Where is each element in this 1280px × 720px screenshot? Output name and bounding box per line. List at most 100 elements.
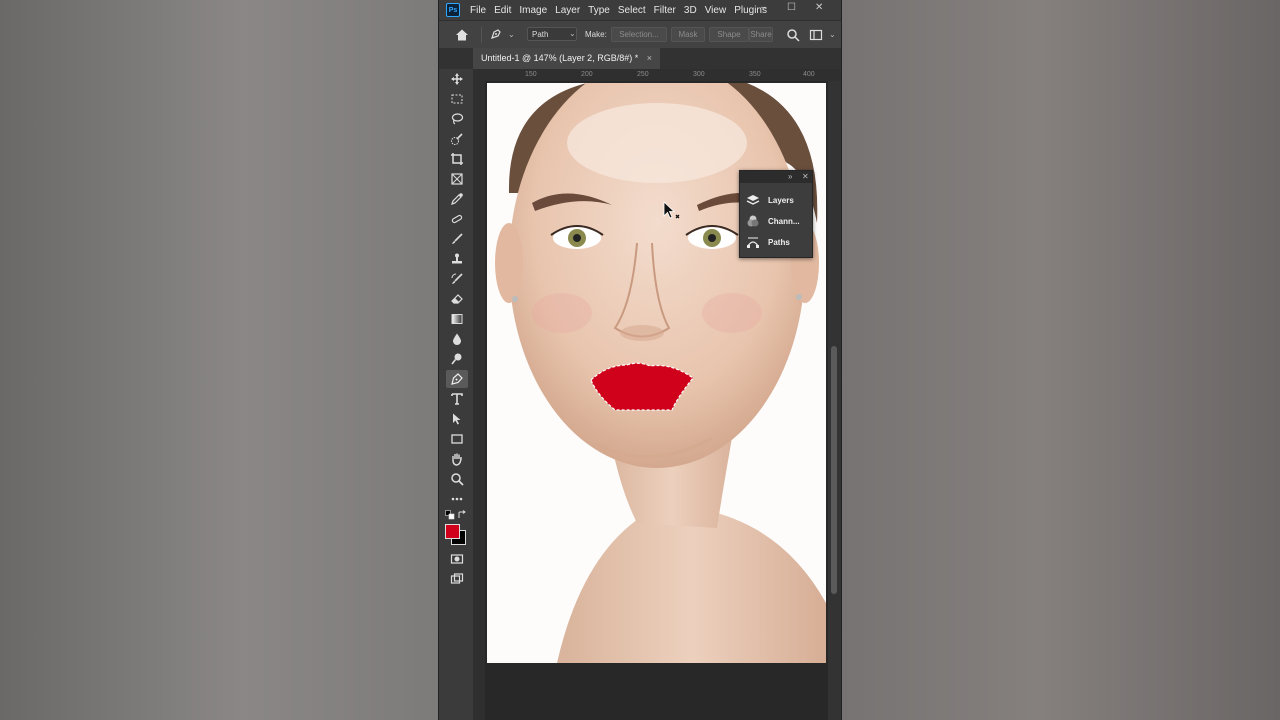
- stamp-icon: [452, 253, 462, 264]
- options-bar: ⌄ Path ⌄ Make: Selection... Mask Shape S…: [439, 20, 841, 50]
- rectangle-tool[interactable]: [446, 430, 468, 448]
- lasso-tool[interactable]: [446, 110, 468, 128]
- layers-panel-group: » ✕ Layers Chann... Paths: [739, 170, 813, 258]
- quick-mask-button[interactable]: [446, 550, 468, 568]
- ruler-tick: 350: [749, 71, 761, 78]
- hand-tool[interactable]: [446, 450, 468, 468]
- type-tool[interactable]: [446, 390, 468, 408]
- eraser-tool[interactable]: [446, 290, 468, 308]
- menu-type[interactable]: Type: [588, 5, 610, 16]
- menu-filter[interactable]: Filter: [654, 5, 676, 16]
- path-selection-tool[interactable]: [446, 410, 468, 428]
- brush-tool[interactable]: [446, 230, 468, 248]
- crop-icon: [451, 153, 463, 165]
- blur-tool[interactable]: [446, 330, 468, 348]
- minimize-icon[interactable]: –: [761, 2, 767, 13]
- blurred-background-right: [840, 0, 1280, 720]
- layers-label: Layers: [768, 195, 794, 205]
- clone-stamp-tool[interactable]: [446, 250, 468, 268]
- eyedropper-icon: [451, 193, 463, 205]
- ruler-tick: 150: [525, 71, 537, 78]
- tools-panel: »: [439, 48, 474, 720]
- layers-icon: [746, 195, 760, 205]
- channels-tab[interactable]: Chann...: [746, 212, 800, 230]
- dodge-icon: [451, 353, 462, 365]
- default-colors-icon[interactable]: [445, 510, 455, 520]
- search-icon[interactable]: [786, 28, 800, 42]
- ruler-tick: 200: [581, 71, 593, 78]
- gradient-icon: [451, 314, 463, 324]
- hand-icon: [452, 453, 462, 466]
- scrollbar-thumb[interactable]: [831, 346, 837, 594]
- menu-view[interactable]: View: [705, 5, 727, 16]
- channels-icon: [747, 215, 759, 227]
- zoom-tool[interactable]: [446, 470, 468, 488]
- pen-tool-preset-icon[interactable]: [489, 27, 503, 41]
- menu-3d[interactable]: 3D: [684, 5, 697, 16]
- chevron-down-icon[interactable]: ⌄: [829, 30, 836, 39]
- quick-selection-tool[interactable]: [446, 130, 468, 148]
- drop-icon: [453, 333, 461, 345]
- paths-tab[interactable]: Paths: [746, 233, 790, 251]
- lasso-icon: [451, 113, 464, 125]
- menu-file[interactable]: File: [470, 5, 486, 16]
- marquee-tool[interactable]: [446, 90, 468, 108]
- gradient-tool[interactable]: [446, 310, 468, 328]
- ruler-tick: 250: [637, 71, 649, 78]
- eyedropper-tool[interactable]: [446, 190, 468, 208]
- history-brush-tool[interactable]: [446, 270, 468, 288]
- channels-label: Chann...: [768, 216, 800, 226]
- healing-brush-tool[interactable]: [446, 210, 468, 228]
- screen-mode-button[interactable]: [446, 570, 468, 588]
- frame-tool[interactable]: [446, 170, 468, 188]
- crop-tool[interactable]: [446, 150, 468, 168]
- zoom-icon: [451, 473, 464, 486]
- chevron-down-icon[interactable]: ⌄: [508, 30, 515, 39]
- history-brush-icon: [451, 273, 463, 284]
- chevron-down-icon: ⌄: [569, 29, 576, 38]
- make-mask-button[interactable]: Mask: [671, 27, 705, 42]
- pen-tool[interactable]: [446, 370, 468, 388]
- blurred-background-left: [0, 0, 440, 720]
- ruler-tick: 400: [803, 71, 815, 78]
- screen-mode-icon: [450, 573, 464, 584]
- divider: [481, 27, 482, 43]
- photoshop-window: Ps File Edit Image Layer Type Select Fil…: [438, 0, 842, 720]
- move-tool[interactable]: [446, 70, 468, 88]
- menu-edit[interactable]: Edit: [494, 5, 511, 16]
- edit-toolbar-button[interactable]: [446, 490, 468, 508]
- vertical-scrollbar[interactable]: [828, 81, 841, 720]
- close-window-icon[interactable]: ✕: [815, 2, 823, 13]
- menu-select[interactable]: Select: [618, 5, 646, 16]
- paths-label: Paths: [768, 237, 790, 247]
- document-tab-bar: Untitled-1 @ 147% (Layer 2, RGB/8#) * ×: [439, 48, 841, 69]
- layers-tab[interactable]: Layers: [746, 191, 794, 209]
- cursor-icon: [663, 201, 680, 219]
- eraser-icon: [451, 294, 463, 304]
- dodge-tool[interactable]: [446, 350, 468, 368]
- foreground-color-swatch[interactable]: [445, 524, 460, 539]
- paths-icon: [747, 237, 759, 248]
- brush-icon: [452, 233, 463, 244]
- home-icon[interactable]: [455, 28, 469, 42]
- make-selection-button[interactable]: Selection...: [611, 27, 667, 42]
- document-tab[interactable]: Untitled-1 @ 147% (Layer 2, RGB/8#) * ×: [473, 48, 660, 69]
- bandage-icon: [451, 214, 463, 224]
- make-label: Make:: [585, 30, 607, 39]
- expand-panels-icon[interactable]: »: [788, 172, 792, 181]
- photoshop-logo: Ps: [446, 3, 460, 17]
- ruler-tick: 300: [693, 71, 705, 78]
- menu-layer[interactable]: Layer: [555, 5, 580, 16]
- menu-image[interactable]: Image: [519, 5, 547, 16]
- maximize-icon[interactable]: ☐: [787, 2, 796, 13]
- close-tab-icon[interactable]: ×: [647, 53, 652, 63]
- share-button[interactable]: Share: [749, 27, 773, 42]
- workspace-icon[interactable]: [809, 28, 823, 42]
- document-tab-title: Untitled-1 @ 147% (Layer 2, RGB/8#) *: [481, 53, 639, 63]
- rectangle-icon: [451, 434, 463, 444]
- quick-selection-icon: [451, 133, 463, 145]
- pen-icon: [451, 373, 463, 385]
- make-shape-button[interactable]: Shape: [709, 27, 749, 42]
- close-panel-icon[interactable]: ✕: [802, 172, 809, 181]
- swap-colors-icon[interactable]: [457, 510, 467, 520]
